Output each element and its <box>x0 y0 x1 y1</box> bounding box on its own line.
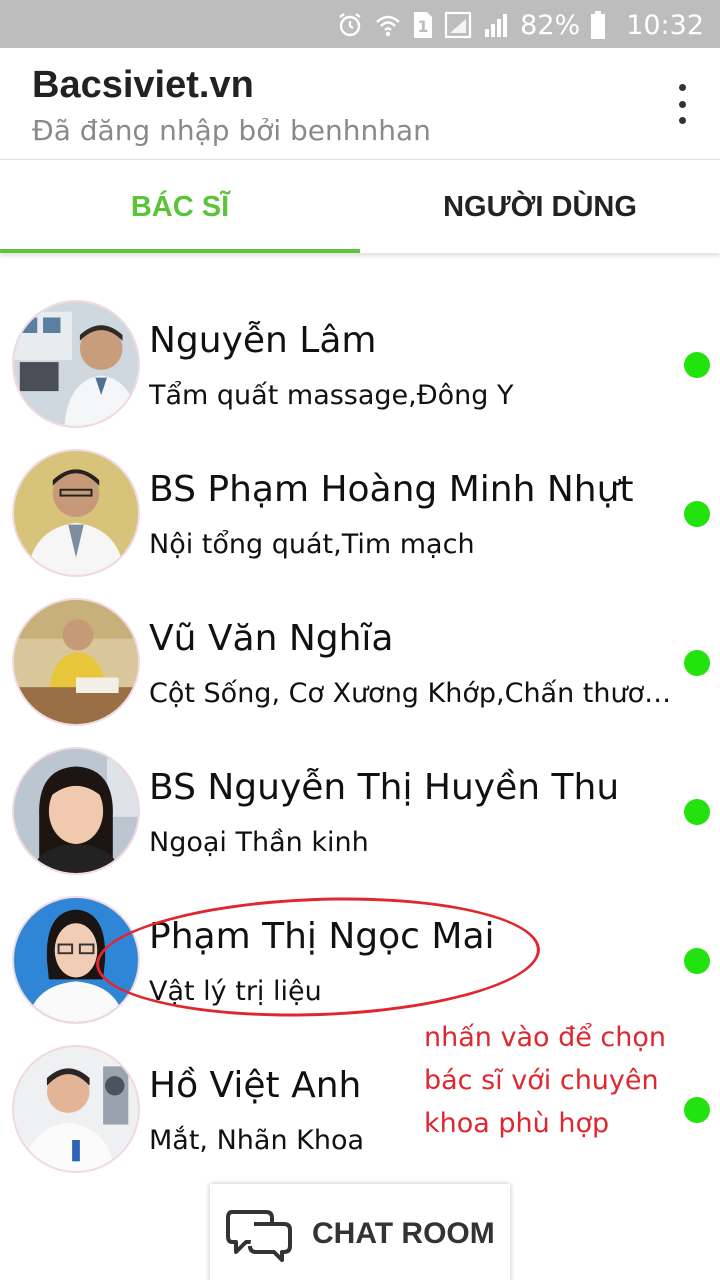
doctor-avatar <box>12 896 140 1024</box>
sim-icon: 1 <box>412 10 434 40</box>
online-status-dot <box>684 948 710 974</box>
screen: 1 82% 10:32 Bacsiviet.vn Đã đăng nhập bở… <box>0 0 720 1280</box>
doctor-name: Hồ Việt Anh <box>149 1065 362 1106</box>
doctor-specialty: Vật lý trị liệu <box>149 976 322 1007</box>
doctor-row[interactable]: BS Nguyễn Thị Huyền Thu Ngoại Thần kinh <box>0 737 720 886</box>
chat-bubbles-icon <box>226 1206 292 1262</box>
signal-box-icon <box>444 11 472 39</box>
doctor-specialty: Cột Sống, Cơ Xương Khớp,Chấn thương <box>149 678 677 709</box>
online-status-dot <box>684 352 710 378</box>
doctor-avatar <box>12 598 140 726</box>
battery-percent: 82% <box>520 9 581 41</box>
online-status-dot <box>684 650 710 676</box>
doctor-row[interactable]: Phạm Thị Ngọc Mai Vật lý trị liệu <box>0 886 720 1035</box>
doctor-name: BS Phạm Hoàng Minh Nhựt <box>149 469 634 510</box>
wifi-icon <box>374 11 402 39</box>
battery-icon <box>590 10 606 40</box>
tab-users[interactable]: NGƯỜI DÙNG <box>360 161 720 253</box>
doctor-specialty: Ngoại Thần kinh <box>149 827 369 858</box>
doctor-name: Phạm Thị Ngọc Mai <box>149 916 495 957</box>
doctor-avatar <box>12 747 140 875</box>
svg-text:1: 1 <box>418 17 429 36</box>
doctor-row[interactable]: Nguyễn Lâm Tẩm quất massage,Đông Y <box>0 290 720 439</box>
tab-doctors[interactable]: BÁC SĨ <box>0 161 360 253</box>
clock: 10:32 <box>626 9 704 41</box>
app-bar: Bacsiviet.vn Đã đăng nhập bởi benhnhan <box>0 48 720 160</box>
login-status: Đã đăng nhập bởi benhnhan <box>32 114 431 147</box>
online-status-dot <box>684 799 710 825</box>
app-title: Bacsiviet.vn <box>32 64 254 106</box>
status-icons: 1 82% 10:32 <box>336 6 704 44</box>
chat-room-label: CHAT ROOM <box>312 1217 495 1250</box>
alarm-icon <box>336 11 364 39</box>
annotation-note: nhấn vào để chọn bác sĩ với chuyên khoa … <box>424 1022 667 1139</box>
doctor-avatar <box>12 300 140 428</box>
doctor-specialty: Tẩm quất massage,Đông Y <box>149 380 514 411</box>
doctor-avatar <box>12 449 140 577</box>
doctor-avatar <box>12 1045 140 1173</box>
chat-room-button[interactable]: CHAT ROOM <box>210 1184 510 1280</box>
overflow-menu-icon[interactable] <box>670 84 694 124</box>
status-bar: 1 82% 10:32 <box>0 0 720 48</box>
doctor-name: Nguyễn Lâm <box>149 320 377 361</box>
doctor-name: BS Nguyễn Thị Huyền Thu <box>149 767 620 808</box>
doctor-row[interactable]: BS Phạm Hoàng Minh Nhựt Nội tổng quát,Ti… <box>0 439 720 588</box>
doctor-name: Vũ Văn Nghĩa <box>149 618 394 659</box>
doctor-row[interactable]: Vũ Văn Nghĩa Cột Sống, Cơ Xương Khớp,Chấ… <box>0 588 720 737</box>
online-status-dot <box>684 501 710 527</box>
doctor-specialty: Nội tổng quát,Tim mạch <box>149 529 475 560</box>
tab-bar: BÁC SĨ NGƯỜI DÙNG <box>0 161 720 253</box>
signal-bars-icon <box>482 11 510 39</box>
